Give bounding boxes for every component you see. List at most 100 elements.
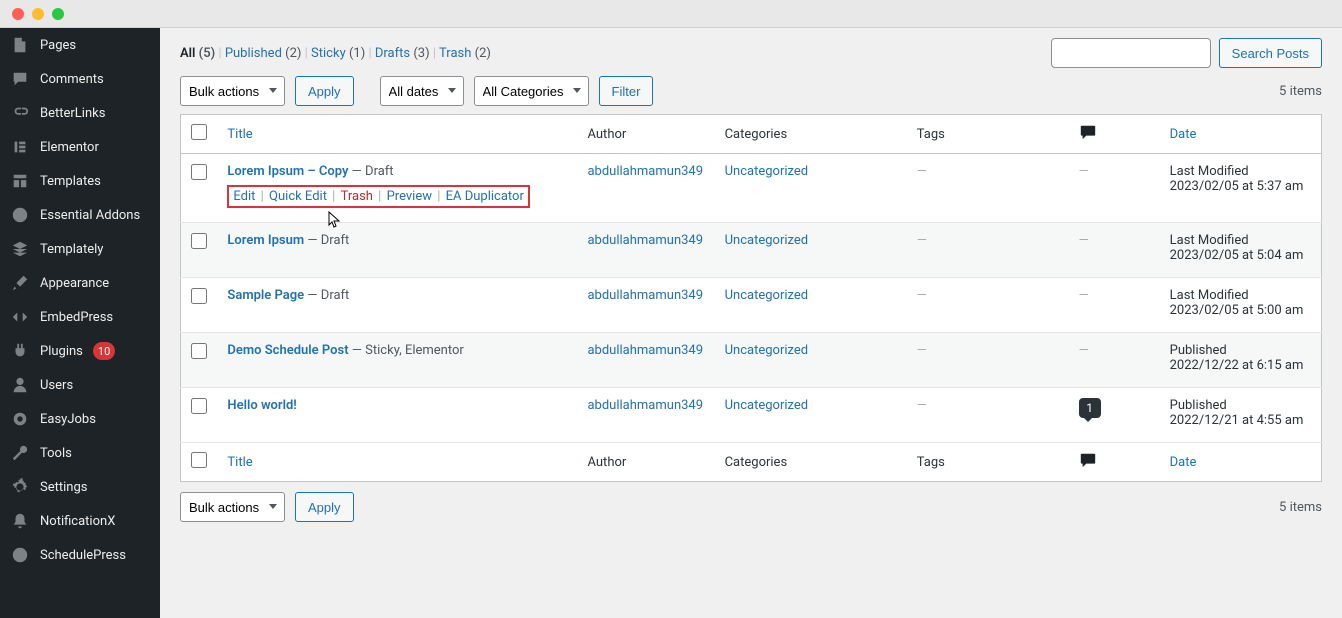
sidebar-item-label: Settings: [40, 480, 87, 495]
status-filter-drafts[interactable]: Drafts (3): [375, 46, 430, 61]
embed-icon: [10, 307, 30, 327]
link-icon: [10, 103, 30, 123]
comments-icon[interactable]: [1079, 130, 1097, 145]
sort-title-bottom[interactable]: Title: [227, 455, 252, 470]
category-link[interactable]: Uncategorized: [725, 164, 808, 179]
gear-icon: [10, 477, 30, 497]
sidebar-item-templately[interactable]: Templately: [0, 232, 160, 266]
sidebar-item-essentialaddons[interactable]: Essential Addons: [0, 198, 160, 232]
items-count-bottom: 5 items: [1279, 500, 1322, 515]
date-time: 2023/02/05 at 5:37 am: [1170, 179, 1311, 194]
status-filter-all[interactable]: All (5): [180, 46, 215, 61]
sidebar-item-notificationx[interactable]: NotificationX: [0, 504, 160, 538]
schedule-icon: [10, 545, 30, 565]
post-title-link[interactable]: Lorem Ipsum: [227, 233, 304, 248]
table-row: Hello world! abdullahmamun349 Uncategorize…: [181, 388, 1322, 443]
minimize-window-dot[interactable]: [32, 8, 44, 20]
column-categories: Categories: [715, 115, 907, 154]
sidebar-item-label: Elementor: [40, 140, 99, 155]
status-filter-links: All (5) | Published (2) | Sticky (1) | D…: [180, 46, 491, 61]
sort-date[interactable]: Date: [1170, 127, 1197, 142]
sidebar-item-settings[interactable]: Settings: [0, 470, 160, 504]
post-title-link[interactable]: Hello world!: [227, 398, 296, 413]
sidebar-item-label: Templately: [40, 242, 103, 257]
date-status: Published: [1170, 398, 1311, 413]
row-checkbox[interactable]: [191, 288, 207, 304]
sidebar-item-label: Users: [40, 378, 73, 393]
post-title-link[interactable]: Lorem Ipsum – Copy: [227, 164, 348, 179]
sidebar-item-label: Appearance: [40, 276, 109, 291]
category-link[interactable]: Uncategorized: [725, 288, 808, 303]
plug-icon: [10, 341, 30, 361]
row-action-trash[interactable]: Trash: [341, 189, 373, 204]
elementor-icon: [10, 137, 30, 157]
column-author: Author: [577, 115, 714, 154]
sidebar-item-users[interactable]: Users: [0, 368, 160, 402]
sidebar-item-pages[interactable]: Pages: [0, 28, 160, 62]
tags-cell: —: [917, 288, 927, 303]
filter-bar: Bulk actions Apply All dates All Categor…: [180, 76, 1322, 106]
tags-cell: —: [917, 164, 927, 179]
sidebar-item-easyjobs[interactable]: EasyJobs: [0, 402, 160, 436]
category-filter-select[interactable]: All Categories: [474, 76, 589, 106]
author-link[interactable]: abdullahmamun349: [587, 343, 703, 358]
status-filter-trash[interactable]: Trash (2): [439, 46, 491, 61]
sidebar-item-appearance[interactable]: Appearance: [0, 266, 160, 300]
sidebar-item-comments[interactable]: Comments: [0, 62, 160, 96]
author-link[interactable]: abdullahmamun349: [587, 164, 703, 179]
status-filter-sticky[interactable]: Sticky (1): [311, 46, 365, 61]
post-title-link[interactable]: Sample Page: [227, 288, 304, 303]
search-posts-button[interactable]: Search Posts: [1219, 38, 1322, 68]
sidebar-item-tools[interactable]: Tools: [0, 436, 160, 470]
sidebar-item-schedulepress[interactable]: SchedulePress: [0, 538, 160, 572]
sidebar-item-plugins[interactable]: Plugins10: [0, 334, 160, 368]
post-state: — Sticky, Elementor: [349, 343, 464, 358]
sidebar-item-elementor[interactable]: Elementor: [0, 130, 160, 164]
date-time: 2023/02/05 at 5:00 am: [1170, 303, 1311, 318]
date-filter-select[interactable]: All dates: [380, 76, 464, 106]
post-title-link[interactable]: Demo Schedule Post: [227, 343, 348, 358]
sort-title[interactable]: Title: [227, 127, 252, 142]
sidebar-item-betterlinks[interactable]: BetterLinks: [0, 96, 160, 130]
sidebar-item-label: NotificationX: [40, 514, 115, 529]
row-action-quick-edit[interactable]: Quick Edit: [269, 189, 327, 204]
sidebar-item-templates[interactable]: Templates: [0, 164, 160, 198]
comment-count-bubble[interactable]: 1: [1079, 398, 1101, 418]
bulk-apply-button-top[interactable]: Apply: [295, 76, 354, 106]
select-all-checkbox-bottom[interactable]: [191, 452, 207, 468]
status-filter-published[interactable]: Published (2): [225, 46, 302, 61]
category-link[interactable]: Uncategorized: [725, 398, 808, 413]
select-all-checkbox-top[interactable]: [191, 124, 207, 140]
maximize-window-dot[interactable]: [52, 8, 64, 20]
sidebar-item-embedpress[interactable]: EmbedPress: [0, 300, 160, 334]
table-row: Lorem Ipsum – Copy — Draft Edit | Quick E…: [181, 154, 1322, 223]
search-input[interactable]: [1051, 38, 1211, 68]
filter-button[interactable]: Filter: [599, 76, 654, 106]
row-checkbox[interactable]: [191, 343, 207, 359]
bulk-apply-button-bottom[interactable]: Apply: [295, 492, 354, 522]
column-categories-bottom: Categories: [715, 443, 907, 482]
comments-icon-bottom[interactable]: [1079, 458, 1097, 473]
date-status: Last Modified: [1170, 233, 1311, 248]
row-action-ea-duplicator[interactable]: EA Duplicator: [446, 189, 524, 204]
author-link[interactable]: abdullahmamun349: [587, 288, 703, 303]
post-state: — Draft: [348, 164, 393, 179]
row-action-preview[interactable]: Preview: [387, 189, 432, 204]
sort-date-bottom[interactable]: Date: [1170, 455, 1197, 470]
sidebar-item-label: Tools: [40, 446, 72, 461]
author-link[interactable]: abdullahmamun349: [587, 398, 703, 413]
row-checkbox[interactable]: [191, 233, 207, 249]
close-window-dot[interactable]: [12, 8, 24, 20]
author-link[interactable]: abdullahmamun349: [587, 233, 703, 248]
bulk-actions-select-bottom[interactable]: Bulk actions: [180, 492, 285, 522]
category-link[interactable]: Uncategorized: [725, 343, 808, 358]
date-time: 2022/12/22 at 6:15 am: [1170, 358, 1311, 373]
category-link[interactable]: Uncategorized: [725, 233, 808, 248]
row-checkbox[interactable]: [191, 164, 207, 180]
items-count-top: 5 items: [1279, 84, 1322, 99]
row-action-edit[interactable]: Edit: [233, 189, 255, 204]
sidebar-item-label: Plugins: [40, 344, 83, 359]
bulk-actions-select[interactable]: Bulk actions: [180, 76, 285, 106]
row-checkbox[interactable]: [191, 398, 207, 414]
row-actions: Edit | Quick Edit | Trash | Preview | EA…: [227, 185, 529, 208]
